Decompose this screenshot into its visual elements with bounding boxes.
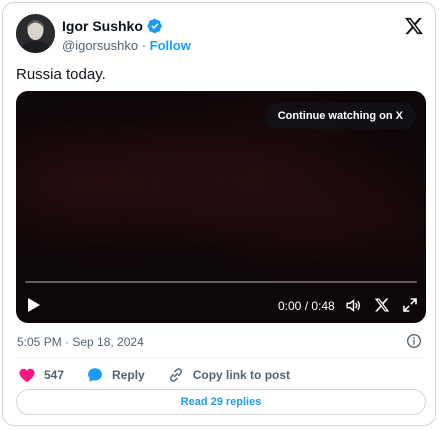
copy-link-button[interactable]: Copy link to post <box>167 366 290 384</box>
link-icon <box>169 368 182 382</box>
author-name-row: Igor Sushko <box>62 18 163 34</box>
like-button[interactable]: 547 <box>18 366 64 384</box>
copy-link-label: Copy link to post <box>192 368 291 382</box>
video-player[interactable]: Continue watching on X 0:00 / 0:48 <box>16 91 426 323</box>
reply-bubble-icon <box>88 368 102 382</box>
embedded-post-card: Igor Sushko @igorsushko · Follow Russia … <box>2 2 436 426</box>
fullscreen-icon[interactable] <box>402 297 418 313</box>
avatar[interactable] <box>16 14 55 53</box>
heart-icon <box>19 368 35 383</box>
x-logo-icon[interactable] <box>404 16 424 36</box>
author-handle[interactable]: @igorsushko <box>62 38 138 53</box>
info-icon[interactable] <box>406 333 422 349</box>
post-timestamp[interactable]: 5:05 PM · Sep 18, 2024 <box>17 335 144 349</box>
reply-label: Reply <box>112 368 145 382</box>
reply-button[interactable]: Reply <box>86 366 145 384</box>
verified-badge-icon <box>147 18 162 34</box>
x-brand-icon[interactable] <box>374 297 390 313</box>
divider <box>16 358 422 359</box>
handle-separator: · <box>141 38 147 53</box>
follow-button[interactable]: Follow <box>150 38 191 53</box>
play-icon[interactable] <box>27 297 41 313</box>
read-replies-button[interactable]: Read 29 replies <box>16 389 426 415</box>
volume-icon[interactable] <box>345 297 362 314</box>
author-display-name[interactable]: Igor Sushko <box>62 18 143 34</box>
like-count: 547 <box>44 368 65 382</box>
action-bar: 547 Reply Copy link to post <box>18 365 312 385</box>
continue-watching-button[interactable]: Continue watching on X <box>264 103 416 129</box>
author-handle-row: @igorsushko · Follow <box>62 38 191 53</box>
video-progress-bar[interactable] <box>25 281 417 283</box>
post-text: Russia today. <box>16 66 106 83</box>
video-controls: 0:00 / 0:48 <box>16 295 426 317</box>
video-time: 0:00 / 0:48 <box>278 299 335 313</box>
avatar-image <box>16 14 55 53</box>
